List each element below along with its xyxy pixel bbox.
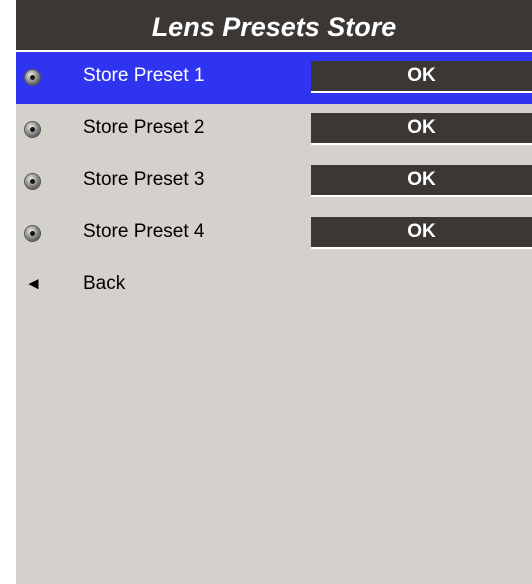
menu-item-store-preset-2[interactable]: Store Preset 2 OK xyxy=(16,104,532,156)
lens-icon xyxy=(25,122,40,137)
ok-button[interactable]: OK xyxy=(311,61,532,93)
menu-item-label: Store Preset 4 xyxy=(83,221,205,242)
ok-button[interactable]: OK xyxy=(311,217,532,249)
osd-menu-panel: Lens Presets Store Store Preset 1 OK Sto… xyxy=(16,0,532,584)
menu-item-back[interactable]: ◄ Back xyxy=(16,260,532,312)
menu-item-store-preset-4[interactable]: Store Preset 4 OK xyxy=(16,208,532,260)
menu-item-store-preset-1[interactable]: Store Preset 1 OK xyxy=(16,52,532,104)
lens-icon xyxy=(25,174,40,189)
lens-icon xyxy=(25,70,40,85)
menu-item-label: Store Preset 1 xyxy=(83,65,205,86)
menu-title: Lens Presets Store xyxy=(16,0,532,54)
menu-item-label: Store Preset 3 xyxy=(83,169,205,190)
ok-button[interactable]: OK xyxy=(311,113,532,145)
back-arrow-icon: ◄ xyxy=(25,274,42,293)
menu-item-label: Back xyxy=(83,273,126,294)
menu-item-label: Store Preset 2 xyxy=(83,117,205,138)
ok-button[interactable]: OK xyxy=(311,165,532,197)
menu-item-store-preset-3[interactable]: Store Preset 3 OK xyxy=(16,156,532,208)
lens-icon xyxy=(25,226,40,241)
